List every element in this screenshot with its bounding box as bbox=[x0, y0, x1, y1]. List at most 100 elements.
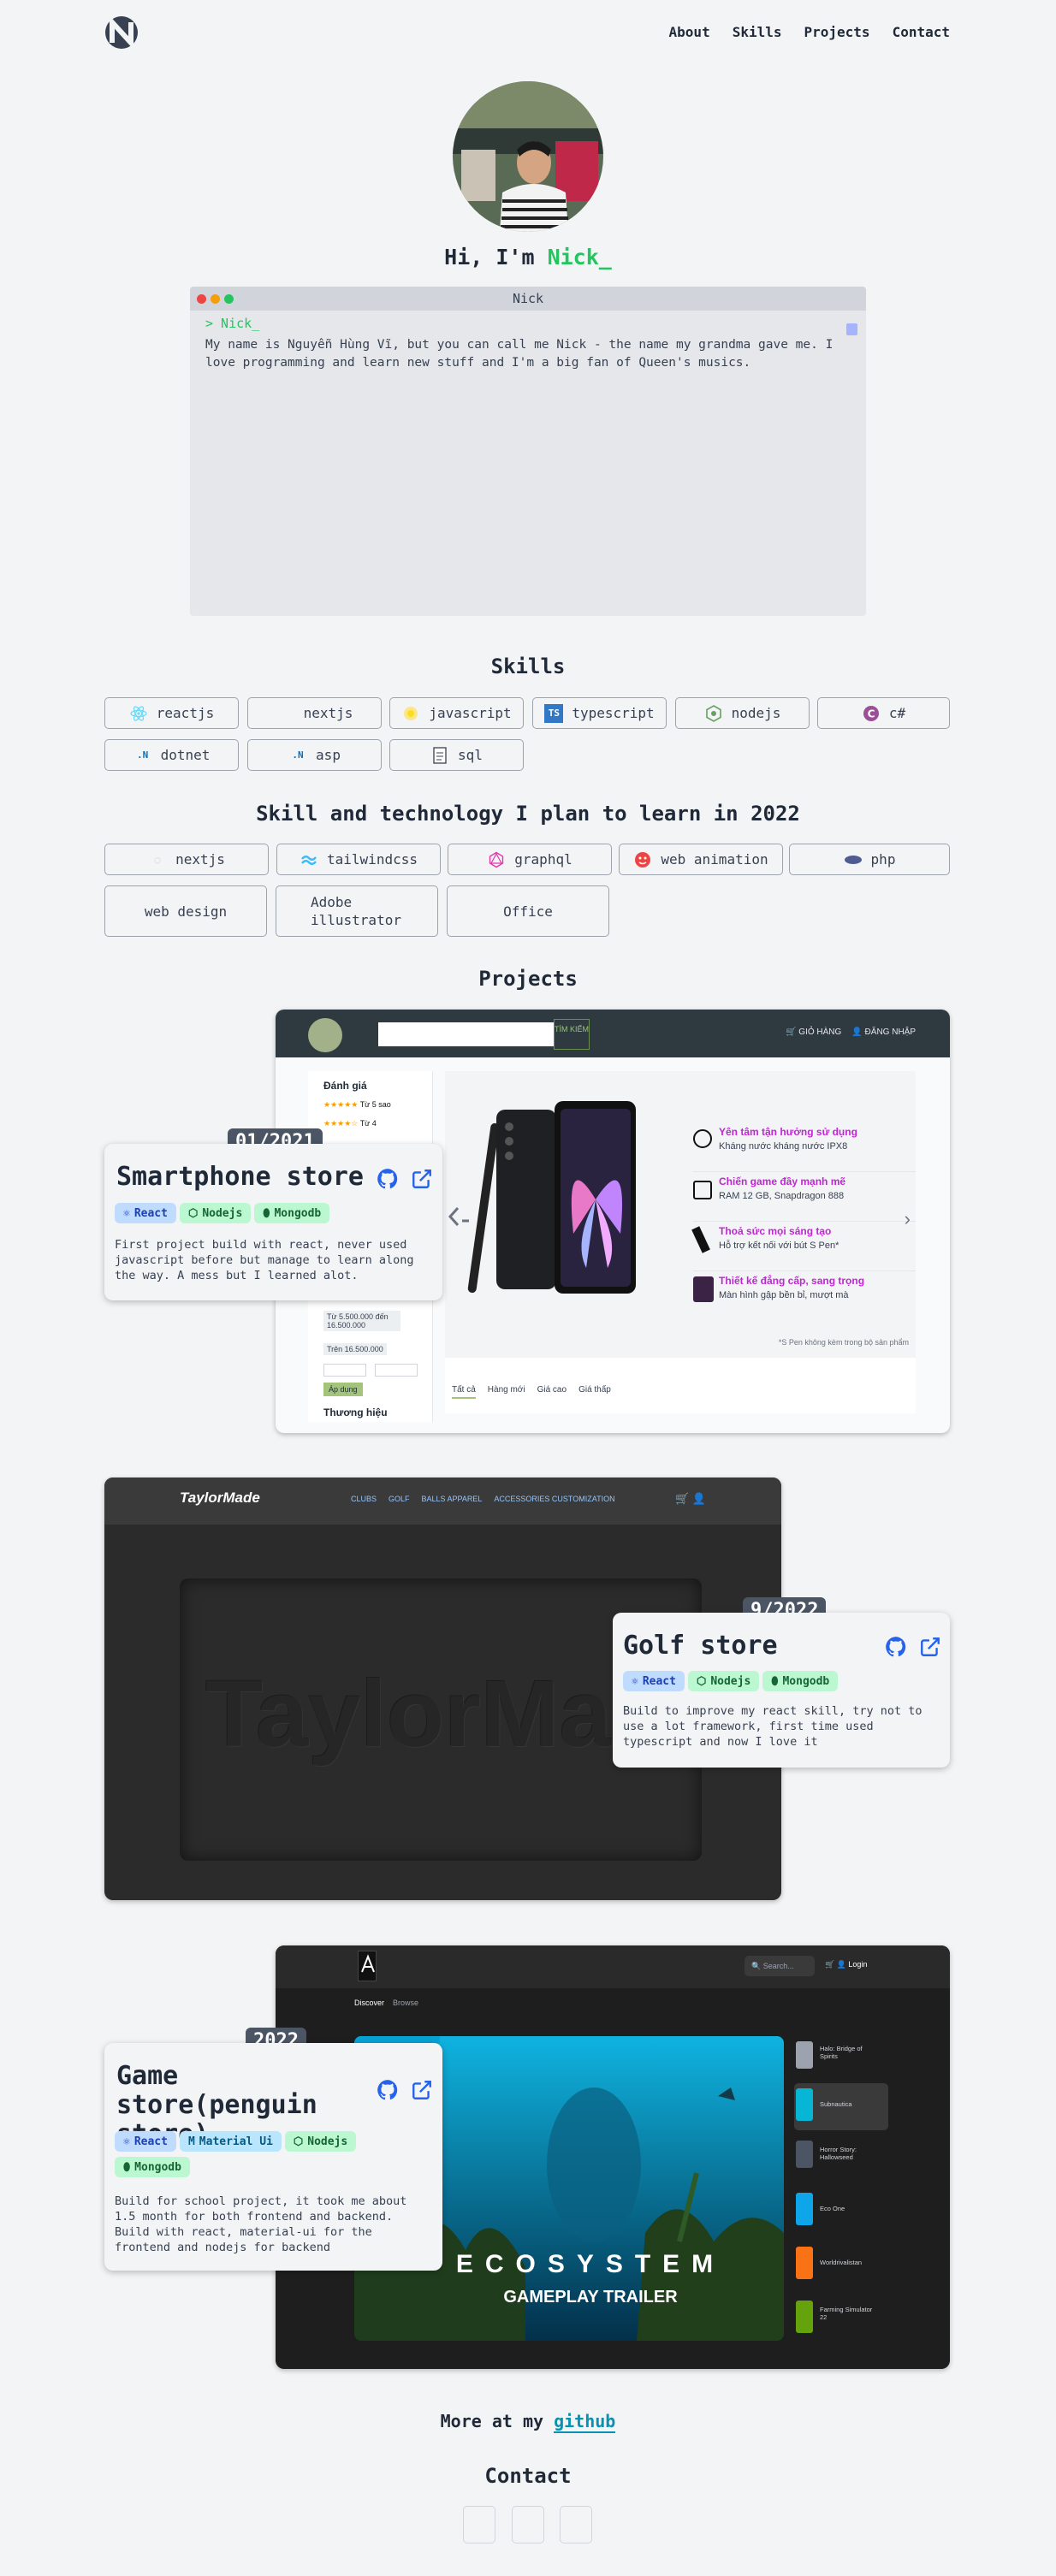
skill-label: c# bbox=[888, 705, 906, 721]
github-icon[interactable] bbox=[885, 1636, 907, 1658]
logo-icon[interactable] bbox=[104, 15, 140, 50]
skill-label: typescript bbox=[572, 705, 655, 721]
shot-logo-icon bbox=[308, 1018, 342, 1052]
skill-sql[interactable]: sql bbox=[389, 739, 524, 771]
skill-label: nodejs bbox=[731, 705, 781, 721]
external-link-icon[interactable] bbox=[411, 2079, 433, 2101]
plan-php[interactable]: php bbox=[789, 844, 950, 875]
shot-search-button: TÌM KIẾM bbox=[554, 1019, 590, 1050]
react-icon bbox=[129, 704, 148, 723]
greeting-text: Hi, I'm bbox=[444, 245, 548, 269]
avatar bbox=[453, 81, 603, 232]
nextjs-icon bbox=[276, 704, 295, 723]
plan-web-animation[interactable]: web animation bbox=[619, 844, 783, 875]
graphql-icon bbox=[487, 850, 506, 869]
github-icon[interactable] bbox=[377, 2079, 399, 2101]
shot-login: 🛒 👤 Login bbox=[825, 1960, 868, 1969]
nav-skills[interactable]: Skills bbox=[733, 24, 782, 40]
shot-cart: 🛒 GIỎ HÀNG bbox=[786, 1027, 842, 1037]
hero-greeting: Hi, I'm Nick_ bbox=[0, 245, 1056, 269]
svg-text:C: C bbox=[867, 708, 875, 720]
plan-label: graphql bbox=[514, 851, 572, 868]
plan-adobe-illustrator[interactable]: Adobe illustrator bbox=[276, 885, 438, 937]
shot-banner: Yên tâm tận hưởng sử dụng Kháng nước khá… bbox=[445, 1071, 916, 1358]
plan-office[interactable]: Office bbox=[447, 885, 609, 937]
php-icon bbox=[844, 850, 863, 869]
sql-icon bbox=[430, 746, 449, 765]
nav-links: About Skills Projects Contact bbox=[669, 24, 950, 40]
plan-nextjs[interactable]: ◌ nextjs bbox=[104, 844, 269, 875]
nodejs-icon: ⬡ bbox=[696, 1674, 707, 1688]
shot-search-input bbox=[378, 1022, 554, 1046]
badge-mongodb: ⬮ Mongodb bbox=[115, 2157, 190, 2177]
contact-icon-1[interactable] bbox=[463, 2506, 495, 2543]
badge-react: ⚛ React bbox=[623, 1671, 685, 1691]
badge-react: ⚛ React bbox=[115, 2131, 176, 2152]
react-icon: ⚛ bbox=[123, 1206, 130, 1220]
react-icon: ⚛ bbox=[632, 1674, 638, 1688]
shot-hero-subtitle: GAMEPLAY TRAILER bbox=[503, 2288, 678, 2307]
shot-header: TÌM KIẾM 🛒 GIỎ HÀNG 👤 ĐĂNG NHẬP bbox=[276, 1010, 950, 1057]
project-description: Build for school project, it took me abo… bbox=[115, 2194, 407, 2254]
shot-main: Yên tâm tận hưởng sử dụng Kháng nước khá… bbox=[445, 1071, 916, 1413]
skill-nodejs[interactable]: nodejs bbox=[675, 697, 810, 729]
terminal-text: My name is Nguyễn Hùng Vĩ, but you can c… bbox=[205, 338, 834, 370]
badge-react: ⚛ React bbox=[115, 1203, 176, 1223]
github-icon[interactable] bbox=[377, 1168, 399, 1190]
react-icon: ⚛ bbox=[123, 2135, 130, 2148]
shot-tabs: Discover Browse bbox=[354, 1999, 419, 2007]
asp-icon: .N bbox=[292, 749, 304, 761]
skills-heading: Skills bbox=[490, 654, 566, 678]
shot-apply-button: Áp dụng bbox=[323, 1383, 363, 1396]
github-link[interactable]: github bbox=[554, 2411, 616, 2433]
contact-icon-2[interactable] bbox=[512, 2506, 544, 2543]
project-card-smartphone: Smartphone store ⚛ React ⬡ Nodejs ⬮ Mongodb F… bbox=[104, 1144, 442, 1300]
plan-graphql[interactable]: graphql bbox=[448, 844, 612, 875]
plan-tailwindcss[interactable]: tailwindcss bbox=[276, 844, 441, 875]
project-card-golf: Golf store ⚛ React ⬡ Nodejs ⬮ Mongodb Build t… bbox=[613, 1613, 950, 1768]
plan-web-design[interactable]: web design bbox=[104, 885, 267, 937]
typescript-icon: TS bbox=[544, 703, 564, 723]
nextjs-icon: ◌ bbox=[154, 853, 161, 866]
greeting-name: Nick_ bbox=[547, 245, 612, 269]
badge-nodejs: ⬡ Nodejs bbox=[687, 1671, 760, 1691]
external-link-icon[interactable] bbox=[411, 1168, 433, 1190]
contact-icon-3[interactable] bbox=[560, 2506, 592, 2543]
shot-price-range: Trên 16.500.000 bbox=[323, 1343, 387, 1355]
csharp-icon: C bbox=[862, 704, 881, 723]
external-link-icon[interactable] bbox=[919, 1636, 941, 1658]
tailwind-icon bbox=[300, 850, 318, 869]
nav-contact[interactable]: Contact bbox=[893, 24, 950, 40]
skill-dotnet[interactable]: .N dotnet bbox=[104, 739, 239, 771]
terminal-titlebar: Nick bbox=[190, 287, 866, 311]
dotnet-icon: .N bbox=[136, 749, 149, 761]
skill-reactjs[interactable]: reactjs bbox=[104, 697, 239, 729]
project-title: Golf store bbox=[623, 1631, 778, 1661]
shot-cart-icon: 🛒 👤 bbox=[675, 1492, 706, 1505]
shot-tabs: Tất cả Hàng mới Giá cao Giá thấp bbox=[452, 1385, 611, 1399]
skill-asp[interactable]: .N asp bbox=[247, 739, 382, 771]
project-title: Smartphone store bbox=[116, 1162, 364, 1192]
nav-projects[interactable]: Projects bbox=[804, 24, 870, 40]
nodejs-icon bbox=[704, 704, 723, 723]
plan-label: web design bbox=[144, 903, 228, 920]
badge-mongodb: ⬮ Mongodb bbox=[762, 1671, 839, 1691]
project-description: Build to improve my react skill, try not… bbox=[623, 1704, 923, 1749]
nav-about[interactable]: About bbox=[669, 24, 710, 40]
copy-icon[interactable] bbox=[846, 323, 857, 335]
skill-typescript[interactable]: TS typescript bbox=[532, 697, 667, 729]
mui-icon: M bbox=[187, 2135, 195, 2148]
javascript-icon bbox=[401, 704, 420, 723]
skill-csharp[interactable]: C c# bbox=[817, 697, 950, 729]
nodejs-icon: ⬡ bbox=[187, 1206, 199, 1220]
project-card-gamestore: Game store(penguin store) ⚛ReactMMateria… bbox=[104, 2043, 442, 2271]
skill-nextjs[interactable]: nextjs bbox=[247, 697, 382, 729]
more-text: More at my bbox=[440, 2411, 555, 2431]
skill-javascript[interactable]: javascript bbox=[389, 697, 524, 729]
plan-heading: Skill and technology I plan to learn in … bbox=[256, 802, 800, 826]
shot-header: 🔍 Search... 🛒 👤 Login bbox=[276, 1945, 950, 1988]
project-description: First project build with react, never us… bbox=[115, 1238, 414, 1282]
skill-label: javascript bbox=[429, 705, 512, 721]
shot-logo-icon bbox=[358, 1951, 377, 1981]
projects-heading: Projects bbox=[478, 967, 578, 991]
